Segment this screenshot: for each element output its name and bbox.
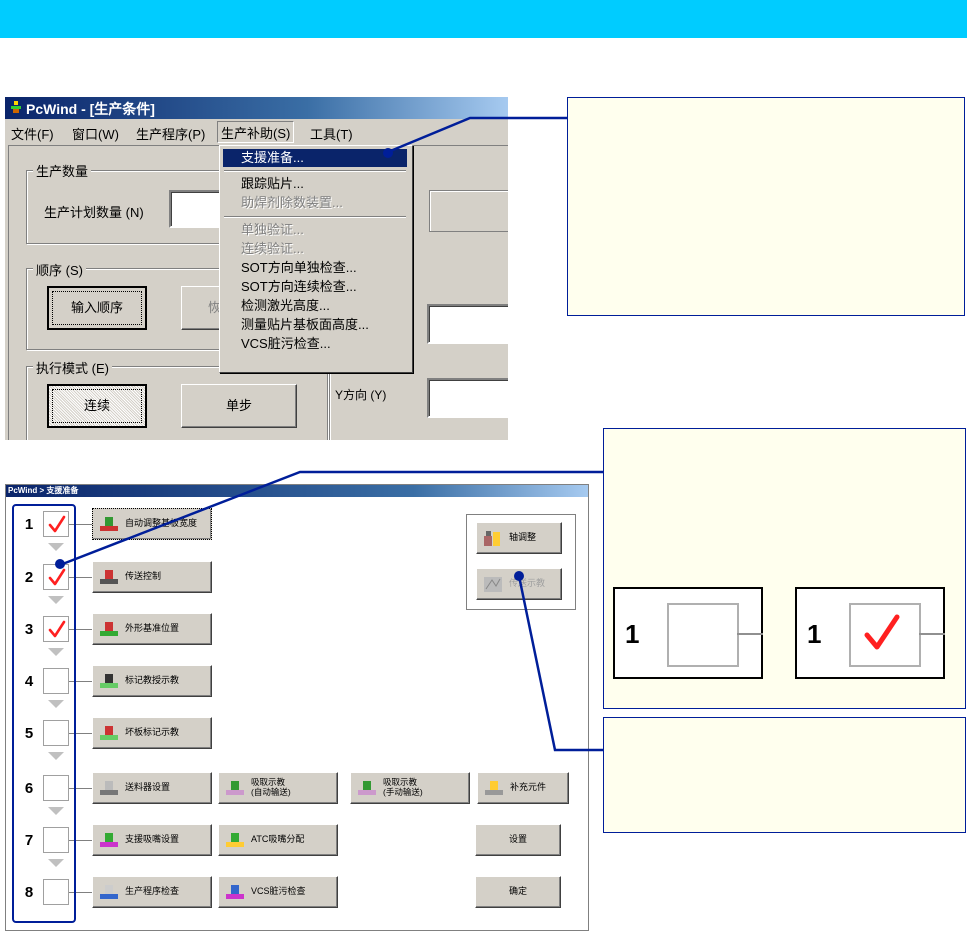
leader-lines (55, 116, 603, 752)
